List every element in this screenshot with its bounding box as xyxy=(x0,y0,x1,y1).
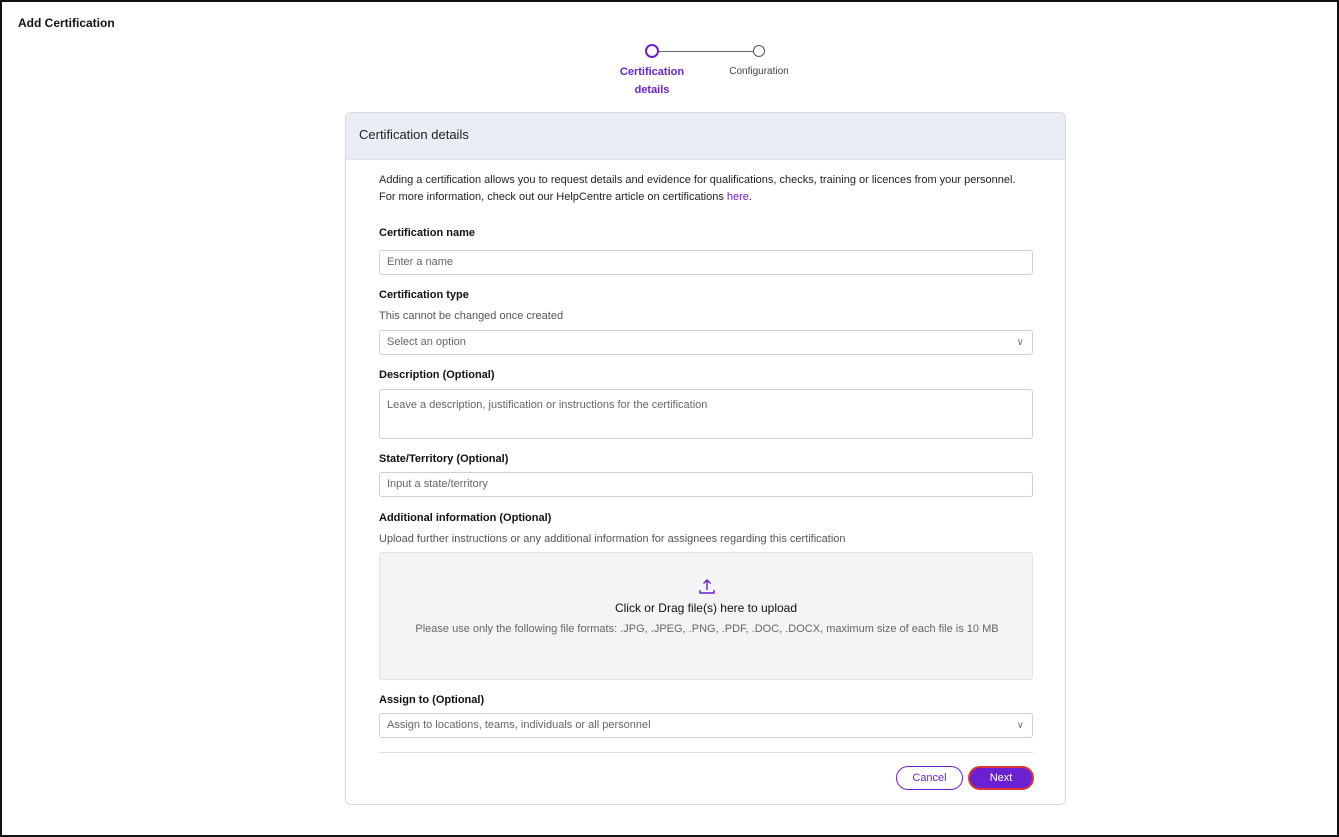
assign-to-label: Assign to (Optional) xyxy=(379,694,485,706)
certification-type-value: Select an option xyxy=(387,336,466,348)
assign-to-select[interactable]: Assign to locations, teams, individuals … xyxy=(379,713,1033,738)
upload-title: Click or Drag file(s) here to upload xyxy=(614,601,798,615)
certification-type-hint: This cannot be changed once created xyxy=(379,310,564,322)
app-frame: Add Certification Certification details … xyxy=(0,0,1339,837)
stepper-connector xyxy=(659,51,755,52)
step-indicator-certification-details[interactable] xyxy=(645,44,659,58)
cancel-button[interactable]: Cancel xyxy=(896,766,963,790)
file-upload-dropzone[interactable]: Click or Drag file(s) here to upload Ple… xyxy=(379,552,1033,680)
description-label: Description (Optional) xyxy=(379,369,495,381)
help-centre-link[interactable]: here xyxy=(727,191,749,203)
chevron-down-icon: ∨ xyxy=(1016,337,1024,348)
chevron-down-icon: ∨ xyxy=(1016,720,1024,731)
intro-end: . xyxy=(748,191,752,203)
certification-type-label: Certification type xyxy=(379,289,469,301)
assign-to-value: Assign to locations, teams, individuals … xyxy=(387,719,651,731)
certification-type-select[interactable]: Select an option ∨ xyxy=(379,330,1033,355)
step-indicator-configuration[interactable] xyxy=(753,45,765,57)
footer-divider xyxy=(379,752,1033,753)
stepper: Certification details Configuration xyxy=(608,42,804,102)
page-title: Add Certification xyxy=(18,16,115,30)
step-label-configuration[interactable]: Configuration xyxy=(714,63,804,81)
certification-name-input[interactable]: Enter a name xyxy=(379,250,1033,275)
certification-name-label: Certification name xyxy=(379,227,475,239)
state-territory-input[interactable]: Input a state/territory xyxy=(379,472,1033,497)
upload-icon xyxy=(699,579,715,594)
description-textarea[interactable]: Leave a description, justification or in… xyxy=(379,389,1033,439)
card-header: Certification details xyxy=(346,113,1065,160)
next-button[interactable]: Next xyxy=(968,766,1034,790)
step-label-certification-details[interactable]: Certification details xyxy=(608,63,696,99)
additional-information-label: Additional information (Optional) xyxy=(379,512,552,524)
additional-information-hint: Upload further instructions or any addit… xyxy=(379,533,846,545)
state-territory-label: State/Territory (Optional) xyxy=(379,453,509,465)
certification-details-card: Certification details Adding a certifica… xyxy=(345,112,1066,805)
upload-format-hint: Please use only the following file forma… xyxy=(415,623,999,635)
intro-text: Adding a certification allows you to req… xyxy=(379,172,1033,206)
intro-body: Adding a certification allows you to req… xyxy=(379,174,1016,203)
